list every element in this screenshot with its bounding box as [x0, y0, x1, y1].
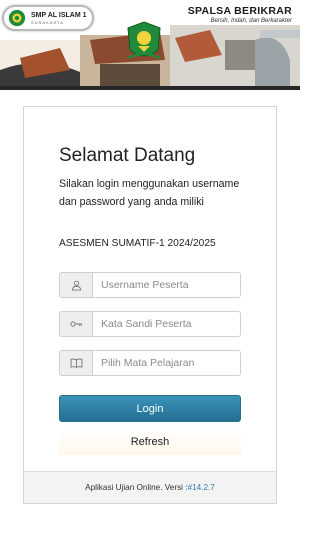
login-card-body: Selamat Datang Silakan login menggunakan… — [24, 107, 276, 471]
app-version-footer: Aplikasi Ujian Online. Versi : #14.2.7 — [24, 471, 276, 503]
school-name: SMP AL ISLAM 1 — [31, 11, 87, 19]
school-logo-icon — [8, 9, 26, 27]
header-banner: SMP AL ISLAM 1 SURAKARTA SPALSA BERIKRAR… — [0, 0, 300, 90]
user-icon — [60, 273, 93, 297]
subject-select[interactable] — [93, 351, 240, 375]
subject-field — [59, 350, 241, 376]
book-icon — [60, 351, 93, 375]
version-link[interactable]: #14.2.7 — [188, 483, 215, 492]
motto-block: SPALSA BERIKRAR Bersih, Indah, dan Berka… — [188, 5, 292, 24]
school-crest-icon — [127, 21, 161, 60]
password-input[interactable] — [93, 312, 240, 336]
username-input[interactable] — [93, 273, 240, 297]
refresh-button[interactable]: Refresh — [59, 429, 241, 455]
motto-subtitle: Bersih, Indah, dan Berkarakter — [210, 18, 292, 24]
login-card: Selamat Datang Silakan login menggunakan… — [23, 106, 277, 504]
login-instructions: Silakan login menggunakan username dan p… — [59, 178, 240, 208]
exam-name: ASESMEN SUMATIF-1 2024/2025 — [59, 238, 216, 249]
school-city: SURAKARTA — [31, 19, 65, 25]
motto-title: SPALSA BERIKRAR — [187, 5, 292, 17]
password-field — [59, 311, 241, 337]
login-button[interactable]: Login — [59, 395, 241, 422]
page-title: Selamat Datang — [59, 145, 196, 166]
school-badge: SMP AL ISLAM 1 SURAKARTA — [2, 5, 94, 31]
key-icon — [60, 312, 93, 336]
app-name-text: Aplikasi Ujian Online. Versi : — [85, 483, 188, 492]
username-field — [59, 272, 241, 298]
